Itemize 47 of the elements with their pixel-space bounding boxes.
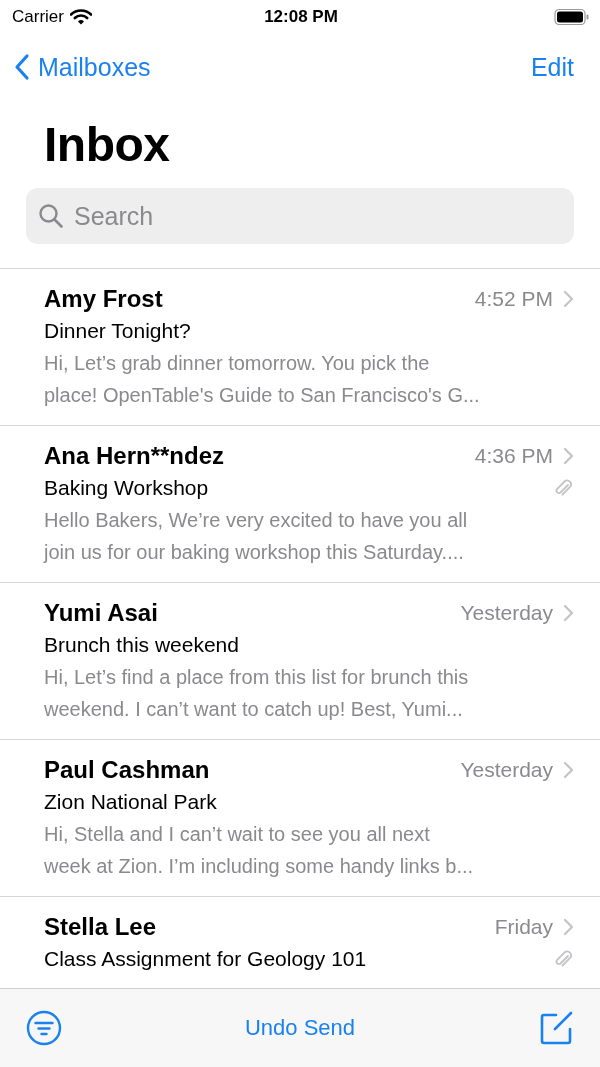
message-preview: Hi, Let’s grab dinner tomorrow. You pick the — [44, 351, 430, 376]
wifi-icon — [69, 9, 92, 25]
message-time: Yesterday — [460, 758, 553, 782]
message-preview: join us for our baking workshop this Saturday.... — [44, 540, 464, 565]
message-preview: week at Zion. I’m including some handy links b... — [44, 854, 474, 879]
carrier-label: Carrier — [12, 7, 64, 27]
message-row[interactable]: Yumi Asai Yesterday Brunch this weekend Hi, Let’s find a place from this list for brunch this weekend. I can’t want to catch up! Best, Yumi... — [0, 583, 600, 740]
message-row[interactable]: Amy Frost 4:52 PM Dinner Tonight? Hi, Let’s grab dinner tomorrow. You pick the place! OpenTable's Guide to San Francisco's G... — [0, 269, 600, 426]
message-preview: place! OpenTable's Guide to San Francisco's G... — [44, 383, 480, 408]
sender-name: Ana Hern**ndez — [44, 442, 225, 470]
message-preview: Hi, Let’s find a place from this list for brunch this — [44, 665, 469, 690]
message-time: 4:52 PM — [474, 287, 553, 311]
compose-icon — [538, 1010, 574, 1046]
sender-name: Paul Cashman — [44, 756, 210, 784]
battery-icon — [554, 8, 590, 26]
message-preview: weekend. I can’t want to catch up! Best, Yumi... — [44, 697, 463, 722]
chevron-icon — [563, 604, 574, 622]
chevron-icon — [563, 290, 574, 308]
undo-send-link[interactable]: Undo Send — [244, 1015, 356, 1041]
chevron-icon — [563, 447, 574, 465]
message-row[interactable]: Ana Hern**ndez 4:36 PM Baking Workshop Hello Bakers, We’re very excited to have you all join us for our baking workshop this Saturday.... — [0, 426, 600, 583]
message-subject: Baking Workshop — [44, 476, 209, 500]
message-time: Yesterday — [460, 601, 553, 625]
search-icon — [38, 203, 64, 229]
filter-button[interactable] — [26, 1010, 62, 1046]
chevron-icon — [563, 761, 574, 779]
sender-name: Yumi Asai — [44, 599, 158, 627]
sender-name: Amy Frost — [44, 285, 163, 313]
message-preview: Hi, Stella and I can’t wait to see you all next — [44, 822, 430, 847]
message-subject: Class Assignment for Geology 101 — [44, 947, 367, 971]
edit-button[interactable]: Edit — [530, 52, 574, 82]
chevron-icon — [563, 918, 574, 936]
message-time: Friday — [494, 915, 553, 939]
page-title: Inbox — [44, 117, 171, 173]
message-subject: Brunch this weekend — [44, 633, 239, 657]
filter-icon — [26, 1010, 62, 1046]
back-button[interactable]: Mailboxes — [14, 52, 151, 82]
chevron-left-icon — [14, 53, 30, 81]
search-field[interactable]: Search — [26, 188, 574, 244]
message-subject: Zion National Park — [44, 790, 217, 814]
message-time: 4:36 PM — [474, 444, 553, 468]
message-preview: Hello Bakers, We’re very excited to have you all — [44, 508, 468, 533]
sender-name: Stella Lee — [44, 913, 157, 941]
compose-button[interactable] — [538, 1010, 574, 1046]
message-subject: Dinner Tonight? — [44, 319, 191, 343]
message-row[interactable]: Paul Cashman Yesterday Zion National Park Hi, Stella and I can’t wait to see you all next week at Zion. I’m including some handy links b... — [0, 740, 600, 897]
clock-time: 12:08 PM — [264, 7, 338, 27]
